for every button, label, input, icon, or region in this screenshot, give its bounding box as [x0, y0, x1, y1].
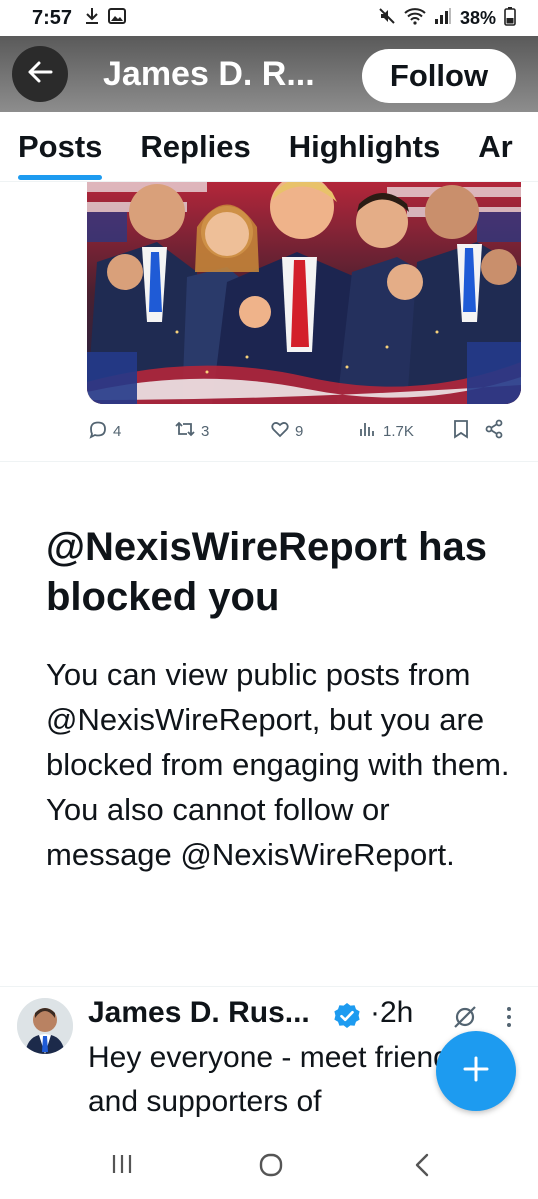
verified-badge-icon [332, 1001, 362, 1036]
download-icon [84, 7, 100, 30]
status-time: 7:57 [32, 6, 73, 29]
divider [0, 461, 538, 462]
tweet-author[interactable]: James D. Rus... [88, 996, 310, 1030]
repost-count: 3 [201, 422, 210, 440]
blocked-body: You can view public posts from @NexisWir… [46, 657, 510, 872]
share-button[interactable] [484, 419, 512, 443]
battery-percent: 38% [459, 7, 496, 28]
views-icon [358, 419, 378, 443]
tab-posts[interactable]: Posts [18, 112, 103, 181]
tweet-separator: · [370, 996, 380, 1029]
bookmark-button[interactable] [452, 419, 484, 443]
mute-icon [378, 7, 396, 30]
system-nav-bar [0, 1130, 538, 1199]
back-nav-icon[interactable] [412, 1152, 432, 1183]
signal-icon [434, 7, 452, 30]
like-button[interactable]: 9 [270, 419, 358, 443]
views-button[interactable]: 1.7K [358, 419, 452, 443]
post-image[interactable] [87, 182, 521, 404]
blocked-title: @NexisWireReport has blocked you [46, 525, 487, 619]
follow-button[interactable]: Follow [362, 49, 516, 103]
share-icon [484, 419, 504, 443]
avatar[interactable] [17, 998, 73, 1054]
tweet-time: ·2h [370, 996, 413, 1030]
tab-articles[interactable]: Ar [478, 112, 512, 181]
tweet-text: Hey everyone - meet friends and supporte… [88, 1041, 465, 1118]
tab-replies[interactable]: Replies [140, 112, 250, 181]
repost-icon [174, 419, 196, 443]
more-icon[interactable] [505, 1006, 513, 1033]
post-actions: 4 3 9 1.7K [88, 414, 520, 448]
compose-button[interactable] [436, 1031, 516, 1111]
status-notifications [84, 7, 127, 30]
divider [0, 986, 538, 987]
profile-header: James D. R... Follow [0, 36, 538, 112]
status-bar: 7:57 38% [0, 0, 538, 36]
back-button[interactable] [12, 46, 68, 102]
reply-button[interactable]: 4 [88, 419, 174, 443]
like-icon [270, 419, 290, 443]
reply-count: 4 [113, 422, 122, 440]
home-icon[interactable] [258, 1152, 284, 1183]
tab-highlights[interactable]: Highlights [289, 112, 441, 181]
bookmark-icon [452, 419, 470, 443]
plus-icon [461, 1054, 491, 1089]
tweet-time-value: 2h [380, 996, 414, 1029]
wifi-icon [404, 7, 426, 30]
profile-tabs: Posts Replies Highlights Ar [0, 112, 538, 182]
recents-icon[interactable] [110, 1152, 134, 1181]
like-count: 9 [295, 422, 304, 440]
views-count: 1.7K [383, 422, 414, 440]
header-title: James D. R... [103, 54, 315, 93]
status-right: 38% [378, 6, 516, 31]
reply-icon [88, 419, 108, 443]
battery-icon [504, 6, 516, 31]
repost-button[interactable]: 3 [174, 419, 270, 443]
back-arrow-icon [27, 60, 53, 89]
image-icon [108, 7, 127, 30]
